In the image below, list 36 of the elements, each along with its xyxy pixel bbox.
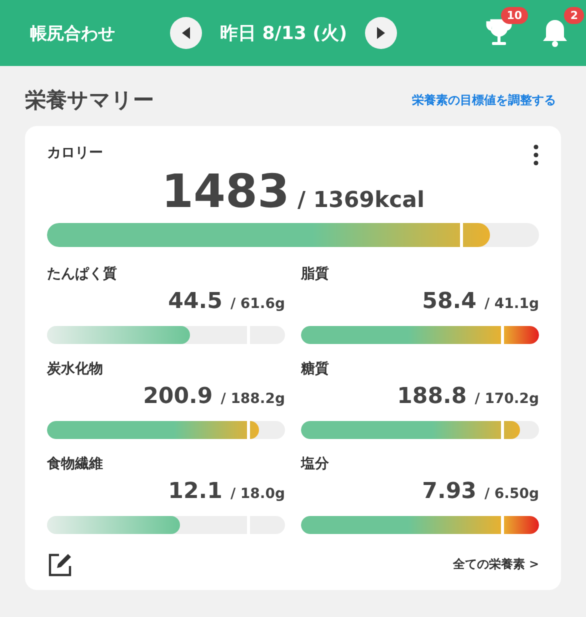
more-icon[interactable] [533, 144, 539, 166]
nutrient-value: 58.4 [422, 288, 476, 314]
adjust-targets-link[interactable]: 栄養素の目標値を調整する [412, 92, 556, 108]
all-nutrients-link[interactable]: 全ての栄養素 > [452, 556, 539, 574]
nutrient-target: / 6.50g [484, 486, 539, 502]
nutrient-target: / 18.0g [230, 486, 285, 502]
trophy-icon[interactable] [485, 18, 513, 48]
nutrient-label: 塩分 [301, 454, 330, 473]
nutrient-target: / 61.6g [230, 296, 285, 312]
nutrient-target: / 170.2g [474, 390, 539, 407]
nutrient-label: 脂質 [301, 264, 330, 283]
notification-badge: 10 [500, 7, 528, 24]
notification-badge: 2 [564, 7, 584, 24]
nutrient-target: / 188.2g [220, 390, 285, 407]
nutrient-label: 食物繊維 [47, 454, 104, 473]
edit-icon[interactable] [47, 552, 73, 578]
next-day-button[interactable] [365, 17, 398, 49]
nutrient-value: 188.8 [397, 384, 467, 409]
right-triangle-icon [375, 26, 388, 40]
nutrient-label: たんぱく質 [47, 264, 118, 283]
nutrient-value: 200.9 [143, 384, 213, 409]
nutrient-value: 44.5 [168, 288, 222, 314]
bell-icon[interactable] [542, 18, 568, 48]
nutrient-value: 12.1 [168, 478, 222, 504]
previous-day-button[interactable] [170, 17, 202, 49]
app-title: 帳尻合わせ [30, 22, 116, 44]
calorie-target: / 1369kcal [298, 188, 424, 213]
date-label: 昨日 8/13 (火) [220, 22, 348, 45]
nutrient-target: / 41.1g [484, 296, 539, 312]
calorie-value: 1483 [161, 166, 290, 217]
left-triangle-icon [180, 26, 192, 40]
calorie-label: カロリー [47, 144, 103, 163]
nutrient-label: 炭水化物 [47, 360, 104, 378]
nutrient-value: 7.93 [422, 478, 476, 504]
section-title: 栄養サマリー [25, 87, 154, 114]
nutrient-label: 糖質 [301, 360, 330, 378]
